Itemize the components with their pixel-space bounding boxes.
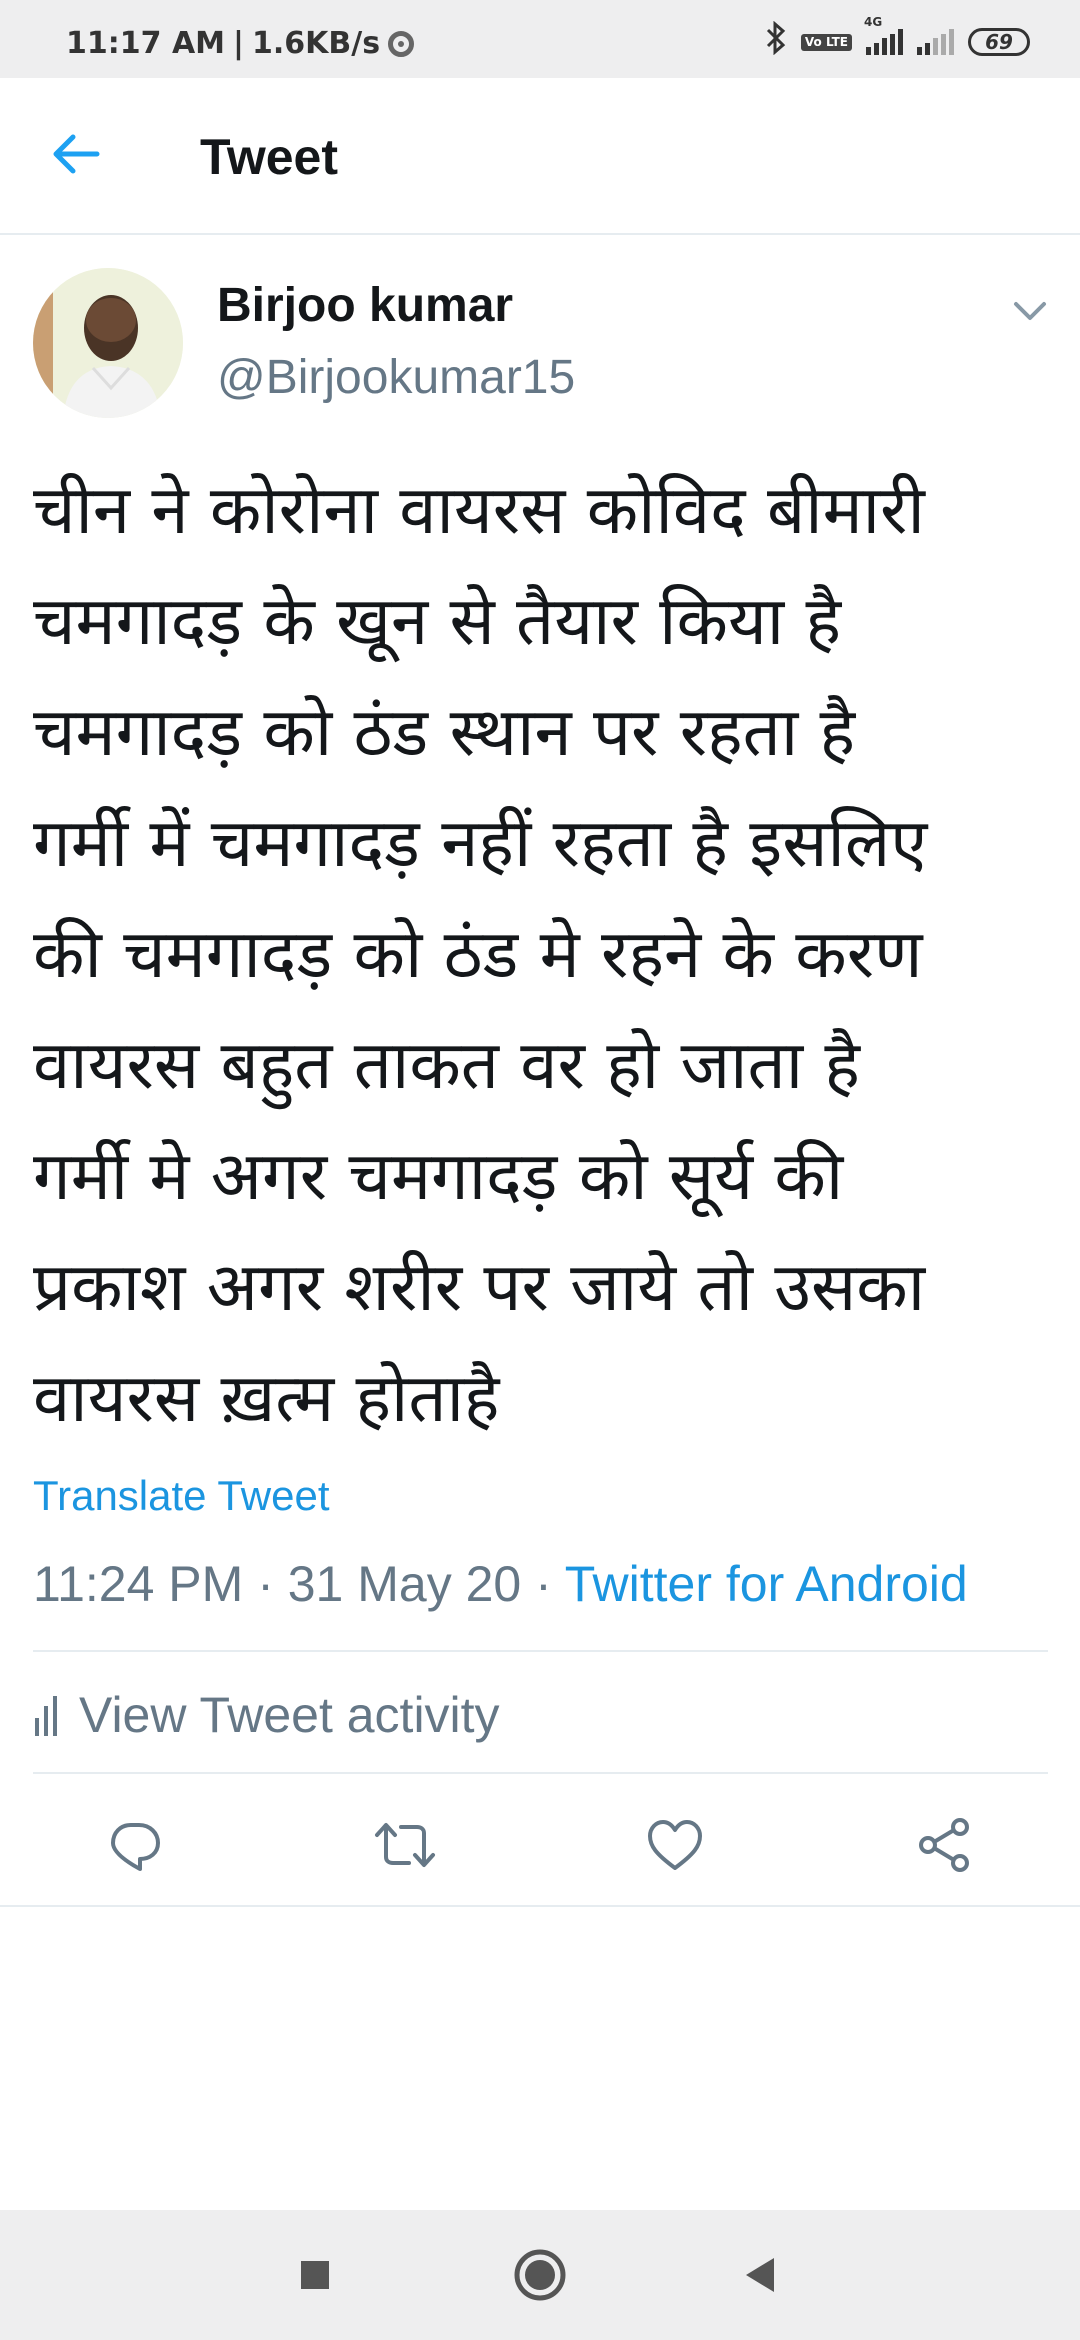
system-nav-bar: [0, 2210, 1080, 2340]
back-nav-button[interactable]: [730, 2245, 790, 2305]
tweet-text-line: चमगादड़ को ठंड स्थान पर रहता है: [33, 693, 856, 771]
network-type-label: 4G: [864, 15, 883, 29]
chrome-icon: [388, 30, 415, 57]
tweet-text-line: प्रकाश अगर शरीर पर जाये तो उसका: [33, 1248, 926, 1326]
retweet-button[interactable]: [370, 1810, 440, 1880]
triangle-back-icon: [746, 2258, 774, 2292]
tweet-text-line: की चमगादड़ को ठंड मे रहने के करण: [33, 915, 923, 993]
circle-icon: [514, 2249, 566, 2301]
tweet-meta: 11:24 PM · 31 May 20 · Twitter for Andro…: [33, 1555, 968, 1613]
divider: [0, 1905, 1080, 1907]
tweet-source-link[interactable]: Twitter for Android: [565, 1556, 968, 1612]
tweet-text-line: चमगादड़ के खून से तैयार किया है: [33, 582, 842, 660]
heart-icon: [648, 1820, 702, 1870]
avatar-image: [33, 268, 183, 418]
tweet-text-line: चीन ने कोरोना वायरस कोविद बीमारी: [33, 471, 925, 549]
tweet-date: 31 May 20: [287, 1556, 522, 1612]
tweet-text-line: गर्मी में चमगादड़ नहीं रहता है इसलिए: [33, 804, 928, 882]
net-speed: 1.6KB/s: [251, 26, 381, 61]
tweet-actions: [0, 1782, 1080, 1902]
author-handle[interactable]: @Birjookumar15: [217, 350, 575, 405]
app-header: Tweet: [0, 78, 1080, 235]
reply-icon: [111, 1823, 160, 1871]
tweet-time: 11:24 PM: [33, 1556, 244, 1612]
status-right: Vo LTE 4G 69: [765, 15, 1030, 63]
volte-badge: Vo LTE: [800, 33, 852, 51]
retweet-icon: [375, 1823, 435, 1867]
tweet-text-line: वायरस ख़त्म होताहै: [33, 1359, 500, 1437]
status-bar: 11:17 AM | 1.6KB/s Vo LTE 4G 69: [0, 0, 1080, 78]
tweet-text-line: गर्मी मे अगर चमगादड़ को सूर्य की: [33, 1137, 844, 1215]
page-title: Tweet: [200, 129, 338, 185]
reply-button[interactable]: [100, 1810, 170, 1880]
home-button[interactable]: [510, 2245, 570, 2305]
meta-separator: ·: [521, 1556, 565, 1612]
signal-strength-icon: 4G: [864, 15, 903, 55]
share-button[interactable]: [910, 1810, 980, 1880]
square-icon: [301, 2261, 329, 2289]
translate-tweet-link[interactable]: Translate Tweet: [33, 1472, 329, 1520]
bar-chart-icon: [35, 1696, 57, 1736]
author-name[interactable]: Birjoo kumar: [217, 278, 513, 333]
arrow-left-icon: [53, 134, 100, 174]
bluetooth-icon: [765, 20, 787, 63]
view-tweet-activity-label: View Tweet activity: [79, 1687, 500, 1743]
meta-separator: ·: [243, 1556, 288, 1612]
like-button[interactable]: [640, 1810, 710, 1880]
divider: [33, 1772, 1048, 1774]
avatar[interactable]: [33, 268, 183, 418]
chevron-down-icon: [1014, 302, 1046, 320]
status-separator: |: [233, 26, 244, 61]
share-icon: [919, 1818, 969, 1872]
status-time: 11:17 AM: [66, 26, 226, 61]
tweet-text: चीन ने कोरोना वायरस कोविद बीमारी चमगादड़…: [33, 455, 1053, 1454]
recents-button[interactable]: [285, 2245, 345, 2305]
battery-icon: 69: [968, 28, 1030, 56]
tweet-options-button[interactable]: [1010, 296, 1050, 326]
view-tweet-activity-button[interactable]: View Tweet activity: [33, 1680, 500, 1750]
status-left: 11:17 AM | 1.6KB/s: [66, 26, 415, 61]
tweet-text-line: वायरस बहुत ताकत वर हो जाता है: [33, 1026, 860, 1104]
back-button[interactable]: [40, 118, 112, 190]
divider: [33, 1650, 1048, 1652]
signal-strength-2-icon: [917, 29, 954, 55]
